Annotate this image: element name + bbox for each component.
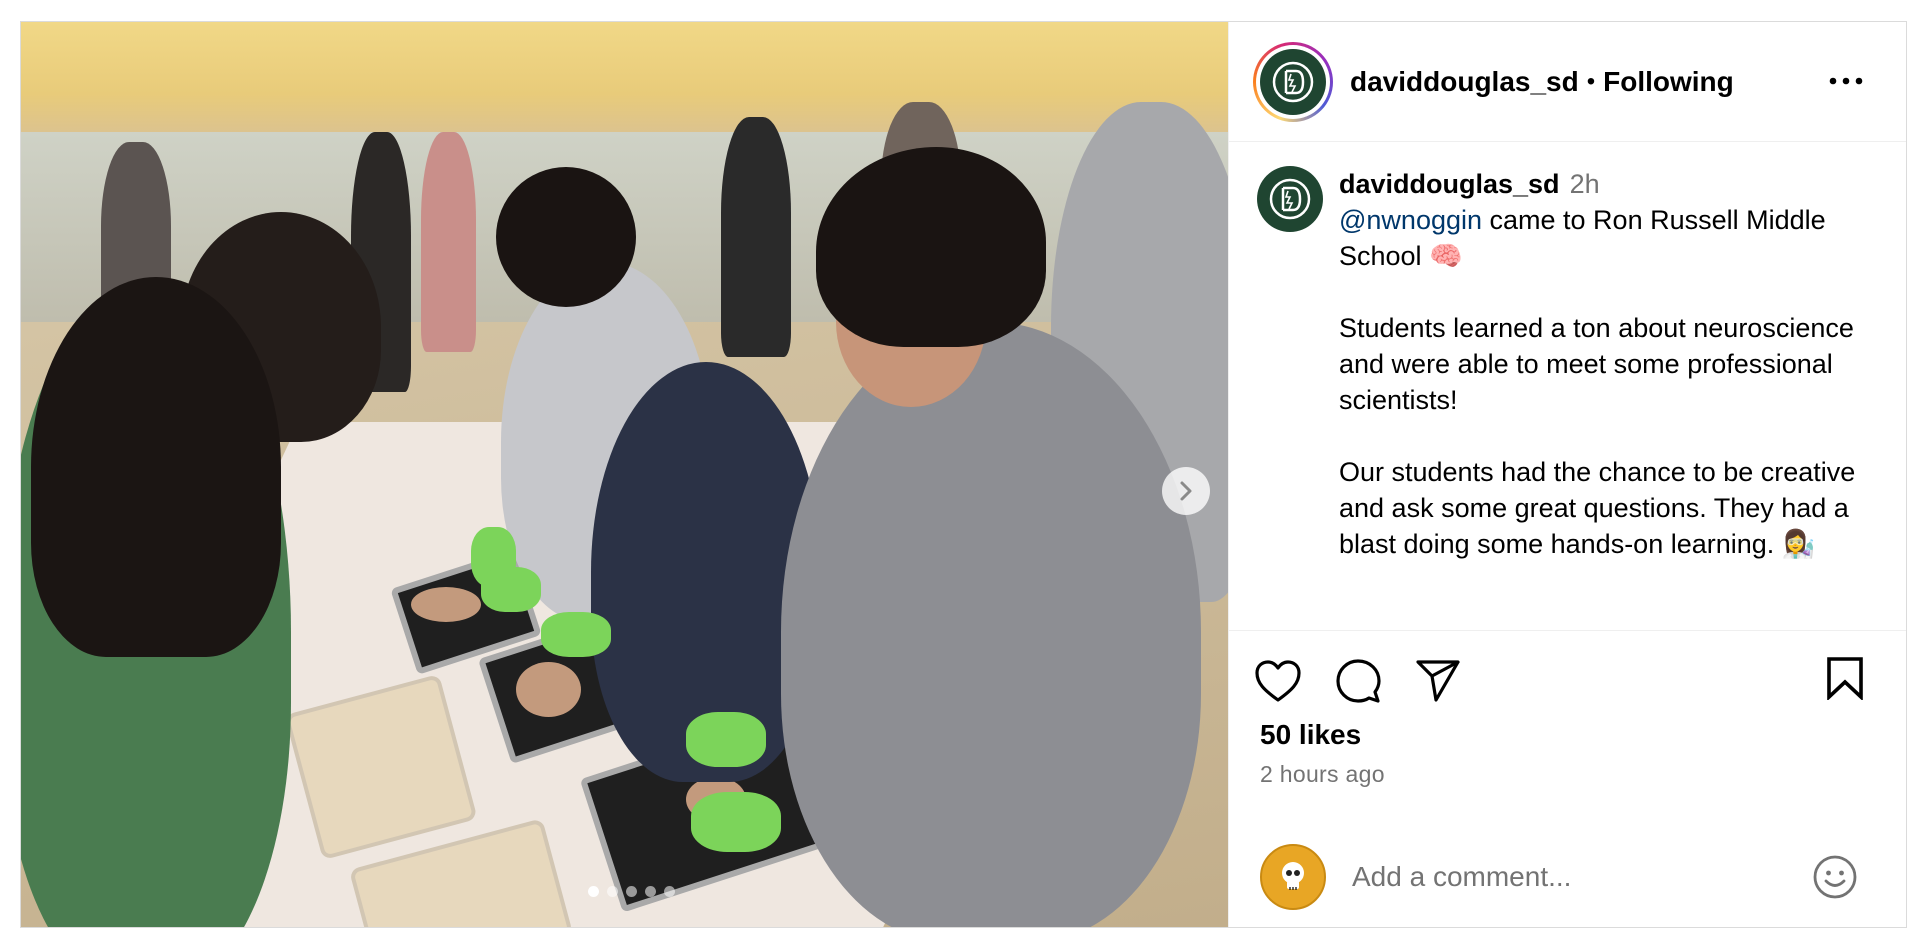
heart-icon xyxy=(1255,660,1301,702)
comment-icon xyxy=(1336,659,1381,703)
bookmark-icon xyxy=(1827,657,1863,700)
like-button[interactable] xyxy=(1253,656,1303,706)
caption-timestamp[interactable]: 2h xyxy=(1570,169,1600,199)
carousel-dot xyxy=(607,886,618,897)
more-options-button[interactable] xyxy=(1826,66,1866,96)
photo-brain xyxy=(411,587,481,622)
caption-author-avatar[interactable] xyxy=(1257,166,1323,232)
photo-ceiling xyxy=(21,22,1228,142)
skull-icon xyxy=(1282,862,1304,890)
photo-glove xyxy=(541,612,611,657)
photo-background-person xyxy=(421,132,476,352)
caption-paragraph-3: Our students had the chance to be creati… xyxy=(1339,457,1856,559)
carousel-dot xyxy=(626,886,637,897)
photo-student-hair xyxy=(816,147,1046,347)
caption-heading: daviddouglas_sd 2h xyxy=(1339,166,1869,202)
carousel-indicator xyxy=(588,886,675,897)
post-photo[interactable] xyxy=(21,22,1228,927)
comment-button[interactable] xyxy=(1333,656,1383,706)
caption-line-1: @nwnoggin came to Ron Russell Middle Sch… xyxy=(1339,202,1869,274)
carousel-dot xyxy=(588,886,599,897)
mention-link[interactable]: @nwnoggin xyxy=(1339,205,1482,235)
author-story-avatar[interactable] xyxy=(1253,41,1333,122)
carousel-dot xyxy=(664,886,675,897)
share-button[interactable] xyxy=(1413,656,1463,706)
more-horizontal-icon xyxy=(1829,77,1863,85)
caption-gap xyxy=(1339,418,1869,454)
photo-brain xyxy=(516,662,581,717)
photo-background-person xyxy=(721,117,791,357)
photo-glove xyxy=(686,712,766,767)
header-separator: • xyxy=(1586,67,1596,95)
comment-composer xyxy=(1229,827,1906,927)
save-button[interactable] xyxy=(1822,653,1868,703)
photo-glove xyxy=(691,792,781,852)
avatar-ring-inner xyxy=(1256,44,1330,119)
comment-input[interactable] xyxy=(1352,855,1792,899)
school-district-logo-icon xyxy=(1260,48,1326,115)
post-side-panel: daviddouglas_sd • Following daviddouglas… xyxy=(1228,22,1906,927)
school-district-logo-icon xyxy=(1269,178,1311,220)
caption-paragraph-2: Students learned a ton about neuroscienc… xyxy=(1339,313,1854,415)
carousel-next-button[interactable] xyxy=(1162,467,1210,515)
carousel-dot xyxy=(645,886,656,897)
following-button[interactable]: Following xyxy=(1603,66,1734,98)
chevron-right-icon xyxy=(1180,481,1192,501)
emoji-picker-button[interactable] xyxy=(1812,854,1858,900)
action-bar xyxy=(1229,631,1906,711)
caption-gap xyxy=(1339,274,1869,310)
share-icon xyxy=(1416,660,1460,702)
emoji-icon xyxy=(1813,855,1857,899)
post-timestamp[interactable]: 2 hours ago xyxy=(1229,751,1906,788)
caption-username[interactable]: daviddouglas_sd xyxy=(1339,169,1560,199)
post-header: daviddouglas_sd • Following xyxy=(1229,22,1906,142)
photo-student-hair xyxy=(496,167,636,307)
likes-count[interactable]: 50 likes xyxy=(1229,711,1906,751)
author-username[interactable]: daviddouglas_sd xyxy=(1350,66,1579,98)
instagram-post: daviddouglas_sd • Following daviddouglas… xyxy=(20,21,1907,928)
current-user-avatar xyxy=(1260,844,1326,910)
caption-section: daviddouglas_sd 2h @nwnoggin came to Ron … xyxy=(1229,142,1906,631)
photo-teacher-hair xyxy=(31,277,281,657)
caption-text: daviddouglas_sd 2h @nwnoggin came to Ron … xyxy=(1339,166,1869,630)
photo-glove xyxy=(481,567,541,612)
photo-student-main xyxy=(781,322,1201,927)
